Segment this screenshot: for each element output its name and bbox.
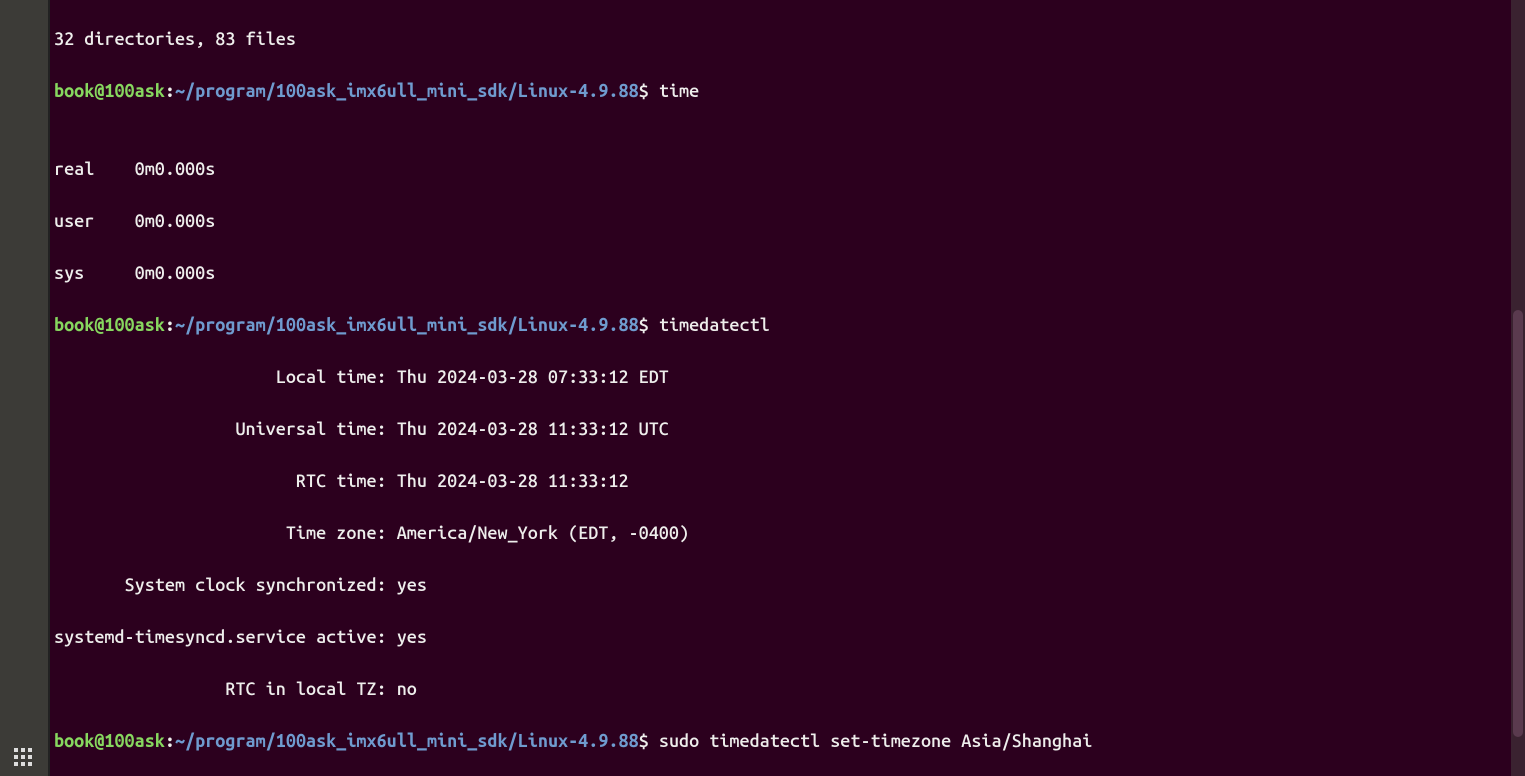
app-grid-icon[interactable] <box>14 748 36 770</box>
prompt-path: ~/program/100ask_imx6ull_mini_sdk/Linux-… <box>175 315 639 335</box>
command-text: sudo timedatectl set-timezone Asia/Shang… <box>659 731 1092 751</box>
output-line: Universal time: Thu 2024-03-28 11:33:12 … <box>54 416 1507 442</box>
output-line: Local time: Thu 2024-03-28 07:33:12 EDT <box>54 364 1507 390</box>
output-line: Time zone: America/New_York (EDT, -0400) <box>54 520 1507 546</box>
prompt-dollar: $ <box>639 81 649 101</box>
prompt-dollar: $ <box>639 315 649 335</box>
prompt-user: book@100ask <box>54 731 165 751</box>
window-gutter <box>0 0 50 776</box>
prompt-path: ~/program/100ask_imx6ull_mini_sdk/Linux-… <box>175 731 639 751</box>
output-line: real 0m0.000s <box>54 156 1507 182</box>
prompt-colon: : <box>165 315 175 335</box>
output-line: sys 0m0.000s <box>54 260 1507 286</box>
vertical-scrollbar[interactable] <box>1511 0 1525 776</box>
command-text: timedatectl <box>659 315 770 335</box>
prompt-dollar: $ <box>639 731 649 751</box>
prompt-line: book@100ask:~/program/100ask_imx6ull_min… <box>54 78 1507 104</box>
output-line: 32 directories, 83 files <box>54 26 1507 52</box>
command-text: time <box>659 81 699 101</box>
prompt-colon: : <box>165 81 175 101</box>
scrollbar-thumb[interactable] <box>1513 310 1523 737</box>
output-line: user 0m0.000s <box>54 208 1507 234</box>
output-line: systemd-timesyncd.service active: yes <box>54 624 1507 650</box>
output-line: RTC in local TZ: no <box>54 676 1507 702</box>
prompt-line: book@100ask:~/program/100ask_imx6ull_min… <box>54 728 1507 754</box>
prompt-line: book@100ask:~/program/100ask_imx6ull_min… <box>54 312 1507 338</box>
prompt-path: ~/program/100ask_imx6ull_mini_sdk/Linux-… <box>175 81 639 101</box>
output-line: System clock synchronized: yes <box>54 572 1507 598</box>
terminal-output[interactable]: 32 directories, 83 files book@100ask:~/p… <box>50 0 1511 776</box>
output-line: RTC time: Thu 2024-03-28 11:33:12 <box>54 468 1507 494</box>
prompt-colon: : <box>165 731 175 751</box>
prompt-user: book@100ask <box>54 315 165 335</box>
prompt-user: book@100ask <box>54 81 165 101</box>
